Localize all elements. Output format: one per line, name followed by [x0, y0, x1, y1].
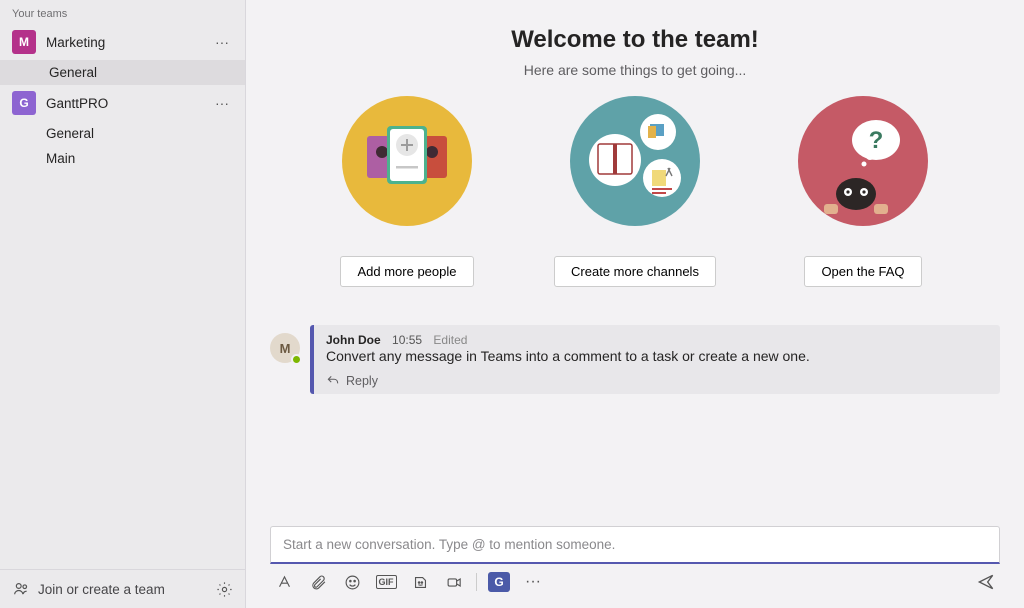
open-faq-button[interactable]: Open the FAQ: [804, 256, 921, 287]
welcome-subtitle: Here are some things to get going...: [246, 62, 1024, 78]
card-open-faq: ? Open the FAQ: [773, 96, 953, 287]
message-edited-label: Edited: [433, 333, 467, 347]
sidebar-header: Your teams: [0, 0, 245, 24]
composer-wrap: Start a new conversation. Type @ to ment…: [246, 526, 1024, 608]
team-item-ganttpro[interactable]: G GanttPRO ···: [0, 85, 245, 121]
sidebar: Your teams M Marketing ··· General G Gan…: [0, 0, 246, 608]
message-avatar: M: [270, 333, 300, 363]
message-body[interactable]: John Doe 10:55 Edited Convert any messag…: [310, 325, 1000, 394]
channel-general-marketing[interactable]: General: [0, 60, 245, 85]
attach-icon[interactable]: [304, 570, 332, 594]
composer-input[interactable]: Start a new conversation. Type @ to ment…: [270, 526, 1000, 564]
card-add-people: Add more people: [317, 96, 497, 287]
team-name: Marketing: [46, 35, 211, 50]
welcome-section: Welcome to the team! Here are some thing…: [246, 0, 1024, 303]
welcome-title: Welcome to the team!: [246, 26, 1024, 54]
message-row: M John Doe 10:55 Edited Convert any mess…: [246, 319, 1024, 394]
reply-icon: [326, 374, 340, 388]
team-avatar: M: [12, 30, 36, 54]
gear-icon[interactable]: [216, 581, 233, 598]
create-channels-button[interactable]: Create more channels: [554, 256, 716, 287]
channel-main-ganttpro[interactable]: Main: [0, 146, 245, 171]
add-people-illustration: [342, 96, 472, 226]
team-avatar: G: [12, 91, 36, 115]
team-name: GanttPRO: [46, 96, 211, 111]
composer-toolbar: GIF G ···: [270, 564, 1000, 594]
join-team-label[interactable]: Join or create a team: [38, 582, 216, 597]
main: Welcome to the team! Here are some thing…: [246, 0, 1024, 608]
channel-general-ganttpro[interactable]: General: [0, 121, 245, 146]
avatar-initial: M: [280, 341, 291, 356]
create-channels-illustration: [570, 96, 700, 226]
open-faq-illustration: ?: [798, 96, 928, 226]
sidebar-footer: Join or create a team: [0, 569, 245, 608]
separator: [476, 573, 477, 591]
message-text: Convert any message in Teams into a comm…: [326, 348, 988, 364]
team-item-marketing[interactable]: M Marketing ···: [0, 24, 245, 60]
message-meta: John Doe 10:55 Edited: [326, 333, 988, 347]
message-time: 10:55: [392, 333, 422, 347]
gif-icon[interactable]: GIF: [372, 570, 400, 594]
sticker-icon[interactable]: [406, 570, 434, 594]
format-icon[interactable]: [270, 570, 298, 594]
emoji-icon[interactable]: [338, 570, 366, 594]
card-create-channels: Create more channels: [545, 96, 725, 287]
ganttpro-app-icon[interactable]: G: [485, 570, 513, 594]
message-author: John Doe: [326, 333, 381, 347]
more-icon[interactable]: ···: [211, 34, 233, 50]
svg-text:?: ?: [869, 127, 884, 154]
people-icon: [12, 580, 30, 598]
meet-now-icon[interactable]: [440, 570, 468, 594]
reply-button[interactable]: Reply: [326, 374, 988, 388]
more-icon[interactable]: ···: [211, 95, 233, 111]
more-apps-icon[interactable]: ···: [519, 570, 547, 594]
send-icon[interactable]: [972, 570, 1000, 594]
cards-row: Add more people: [246, 96, 1024, 287]
presence-available-icon: [291, 354, 302, 365]
reply-label: Reply: [346, 374, 378, 388]
add-people-button[interactable]: Add more people: [340, 256, 473, 287]
